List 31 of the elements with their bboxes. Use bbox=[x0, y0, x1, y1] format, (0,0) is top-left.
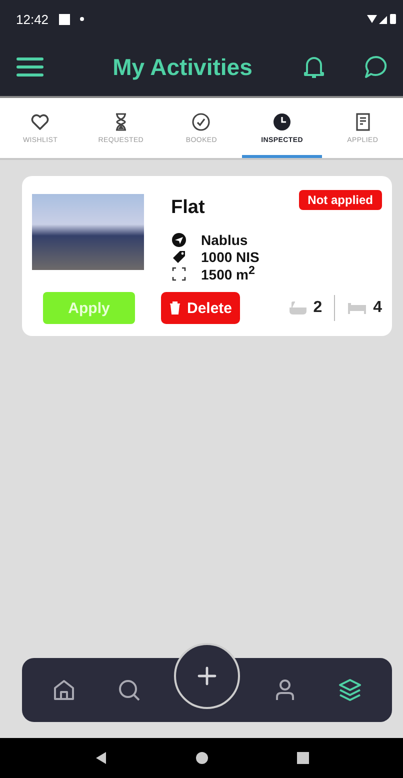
expand-icon bbox=[171, 266, 187, 282]
listing-card[interactable]: Flat Not applied Nablus 1000 NIS 1500 m$^{2}$ Apply Delete 2 4 bbox=[22, 176, 392, 336]
tag-icon bbox=[171, 248, 187, 264]
bathroom-count: 2 bbox=[313, 299, 322, 317]
layers-icon[interactable] bbox=[336, 677, 363, 703]
delete-button[interactable]: Delete bbox=[161, 292, 240, 324]
back-icon[interactable] bbox=[94, 751, 108, 765]
dot-icon bbox=[80, 17, 84, 21]
pin-icon bbox=[171, 232, 187, 248]
bathtub-icon bbox=[289, 301, 308, 315]
menu-icon[interactable] bbox=[16, 56, 44, 78]
trash-icon bbox=[169, 301, 181, 315]
clock-icon bbox=[272, 112, 292, 132]
page-title: My Activities bbox=[112, 54, 254, 80]
listing-price: 1000 NIS bbox=[201, 248, 260, 264]
listing-area: 1500 m$^{2}$ bbox=[201, 264, 255, 283]
heart-icon bbox=[30, 112, 50, 132]
check-circle-icon bbox=[191, 112, 212, 132]
listing-title: Flat bbox=[171, 197, 205, 219]
clock-time: 12:42 bbox=[16, 12, 49, 26]
recents-icon[interactable] bbox=[296, 751, 310, 765]
status-badge: Not applied bbox=[298, 190, 382, 210]
signal-battery-icon bbox=[367, 13, 397, 25]
home-circle-icon[interactable] bbox=[194, 751, 208, 765]
search-icon[interactable] bbox=[116, 677, 142, 703]
bed-icon bbox=[347, 301, 368, 315]
bedroom-count: 4 bbox=[373, 299, 382, 317]
bell-icon[interactable] bbox=[301, 54, 327, 80]
notification-icon bbox=[58, 14, 70, 24]
chat-bubble-icon[interactable] bbox=[363, 54, 389, 80]
listing-location: Nablus bbox=[201, 232, 248, 248]
